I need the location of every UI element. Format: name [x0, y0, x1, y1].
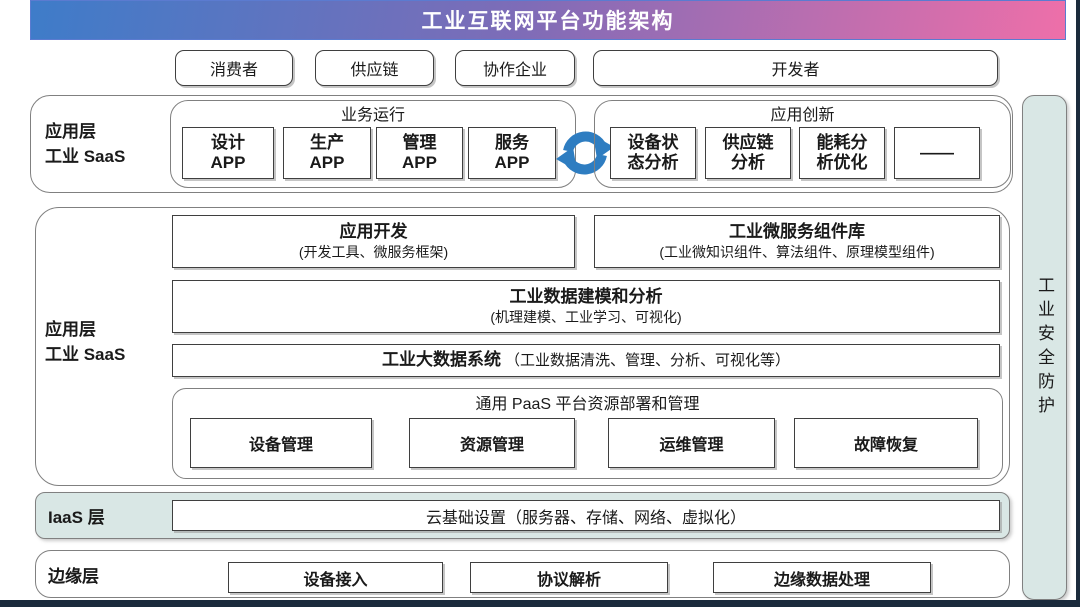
protocol-parsing-box: 协议解析	[470, 562, 668, 593]
management-app-box: 管理 APP	[376, 127, 463, 179]
energy-analysis-box: 能耗分 析优化	[799, 127, 885, 179]
role-partner-enterprise: 协作企业	[455, 50, 575, 86]
edge-data-processing-box: 边缘数据处理	[713, 562, 931, 593]
saas-layer-label: 应用层 工业 SaaS	[45, 120, 165, 169]
more-apps-box: ——	[894, 127, 980, 179]
app-dev-title: 应用开发	[340, 221, 408, 243]
big-data-title: 工业大数据系统	[382, 349, 501, 371]
production-app-box: 生产 APP	[283, 127, 371, 179]
design-app-box: 设计 APP	[182, 127, 274, 179]
industrial-security-container: 工业安全防护	[1022, 95, 1067, 600]
service-app-box: 服务 APP	[468, 127, 556, 179]
business-run-title: 业务运行	[170, 102, 576, 124]
data-modeling-subtitle: (机理建模、工业学习、可视化)	[490, 308, 681, 326]
app-dev-subtitle: (开发工具、微服务框架)	[299, 243, 448, 261]
big-data-subtitle: （工业数据清洗、管理、分析、可视化等）	[505, 351, 790, 371]
bottom-border-bar	[0, 600, 1080, 607]
edge-layer-label: 边缘层	[48, 550, 99, 598]
page-title: 工业互联网平台功能架构	[30, 0, 1066, 40]
data-modeling-box: 工业数据建模和分析 (机理建模、工业学习、可视化)	[172, 280, 1000, 333]
right-border-line	[1076, 0, 1080, 607]
device-access-box: 设备接入	[228, 562, 443, 593]
device-management-box: 设备管理	[190, 418, 372, 468]
role-developer: 开发者	[593, 50, 998, 86]
supply-chain-analysis-box: 供应链 分析	[705, 127, 791, 179]
device-status-analysis-box: 设备状 态分析	[610, 127, 696, 179]
resource-management-box: 资源管理	[409, 418, 575, 468]
role-consumer: 消费者	[175, 50, 293, 86]
paas-title: 通用 PaaS 平台资源部署和管理	[172, 391, 1003, 413]
microservice-lib-subtitle: (工业微知识组件、算法组件、原理模型组件)	[659, 243, 934, 261]
app-dev-box: 应用开发 (开发工具、微服务框架)	[172, 215, 575, 268]
ops-management-box: 运维管理	[608, 418, 775, 468]
microservice-lib-box: 工业微服务组件库 (工业微知识组件、算法组件、原理模型组件)	[594, 215, 1000, 268]
fault-recovery-box: 故障恢复	[794, 418, 978, 468]
iaas-layer-label: IaaS 层	[48, 492, 105, 539]
big-data-box: 工业大数据系统 （工业数据清洗、管理、分析、可视化等）	[172, 344, 1000, 377]
industrial-security-label: 工业安全防护	[1032, 276, 1057, 420]
app-innovation-title: 应用创新	[594, 102, 1011, 124]
microservice-lib-title: 工业微服务组件库	[729, 221, 865, 243]
platform-layer-label: 应用层 工业 SaaS	[45, 318, 165, 367]
cloud-infrastructure-box: 云基础设置（服务器、存储、网络、虚拟化）	[172, 500, 1000, 531]
role-supply-chain: 供应链	[315, 50, 434, 86]
data-modeling-title: 工业数据建模和分析	[510, 286, 663, 308]
